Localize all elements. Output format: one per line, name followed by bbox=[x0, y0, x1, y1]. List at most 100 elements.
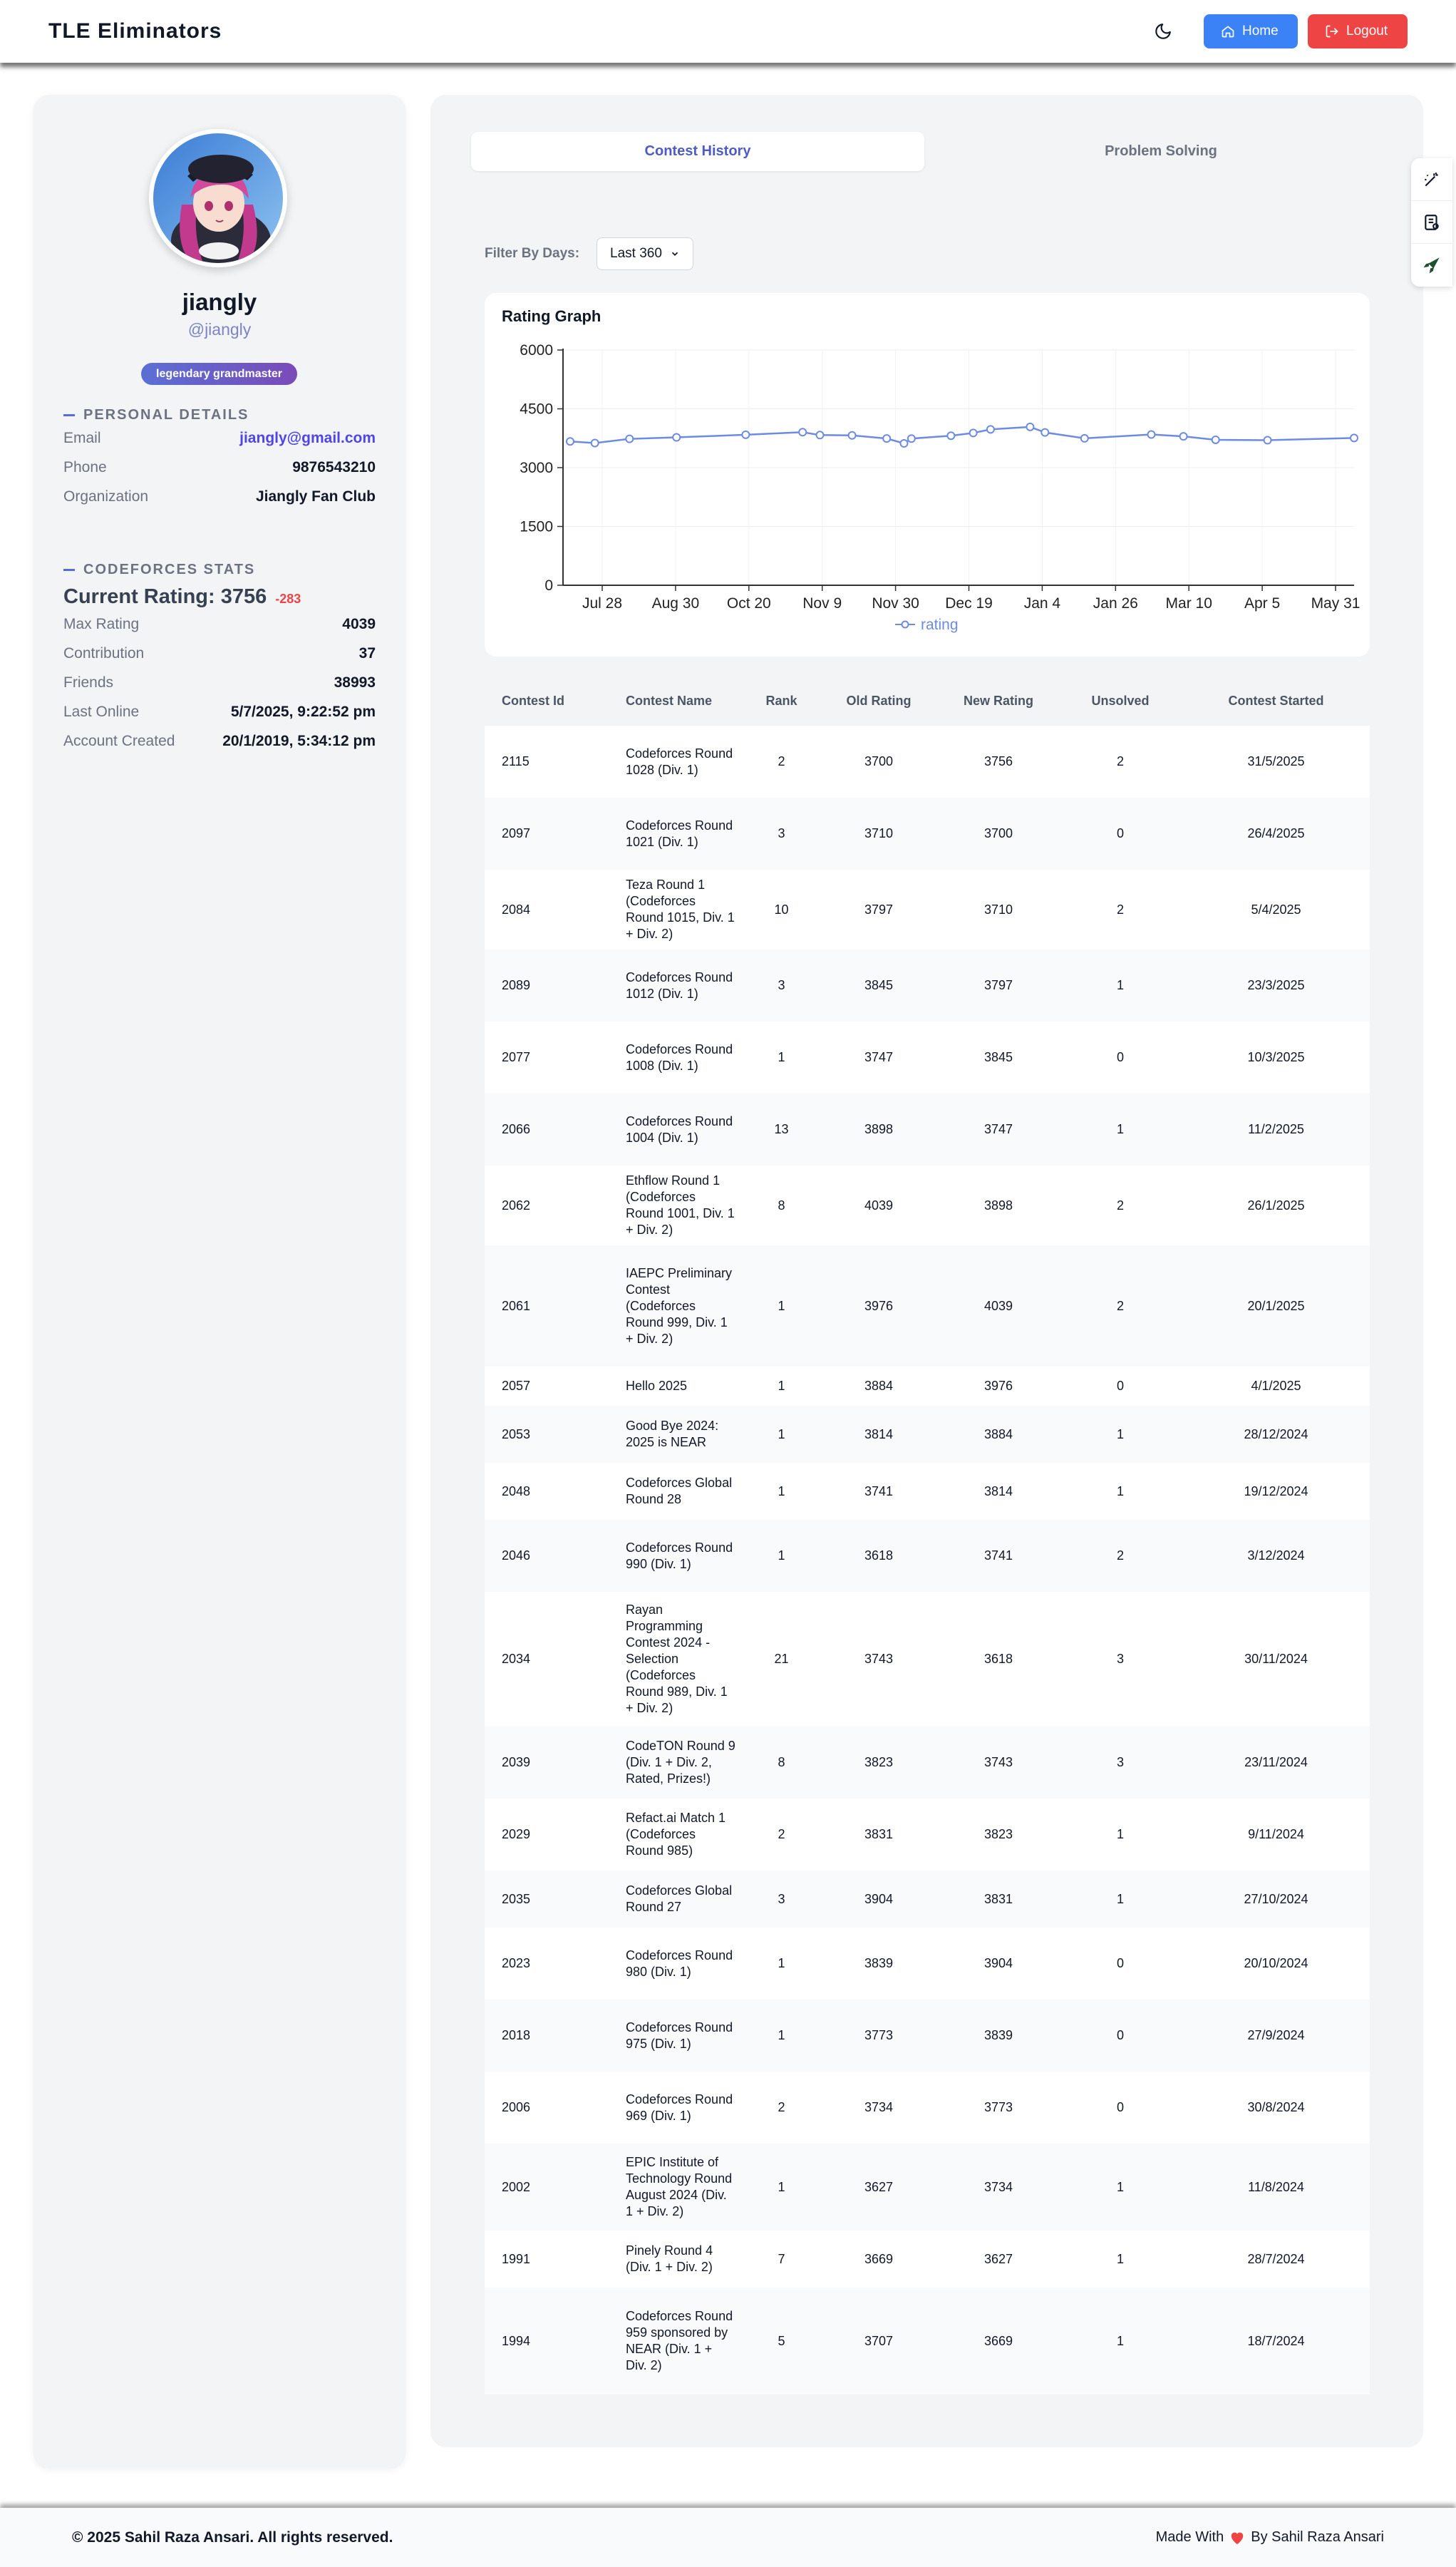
rating-point bbox=[899, 439, 909, 448]
old-rating-cell: 3976 bbox=[864, 1298, 894, 1313]
contest-name-cell[interactable]: Rayan Programming Contest 2024 - Selecti… bbox=[604, 1602, 744, 1717]
rating-point bbox=[882, 434, 892, 443]
tab-problem-solving[interactable]: Problem Solving bbox=[934, 132, 1388, 171]
friends-label: Friends bbox=[63, 674, 114, 691]
organization-row: Organization Jiangly Fan Club bbox=[63, 488, 376, 505]
contest-name-cell[interactable]: Codeforces Round 1012 (Div. 1) bbox=[604, 969, 744, 1002]
new-rating-cell: 3831 bbox=[983, 1891, 1013, 1906]
unsolved-cell: 2 bbox=[1116, 754, 1124, 768]
account-created-row: Account Created 20/1/2019, 5:34:12 pm bbox=[63, 733, 376, 750]
launch-button[interactable] bbox=[1411, 244, 1452, 287]
contest-name-cell[interactable]: Pinely Round 4 (Div. 1 + Div. 2) bbox=[604, 2243, 744, 2275]
y-tick-label: 4500 bbox=[520, 401, 553, 418]
theme-toggle-button[interactable] bbox=[1151, 19, 1175, 43]
contest-name-cell[interactable]: Ethflow Round 1 (Codeforces Round 1001, … bbox=[604, 1173, 744, 1238]
home-button[interactable]: Home bbox=[1204, 14, 1298, 48]
table-row: 2035 Codeforces Global Round 27 3 3904 3831 1… bbox=[485, 1871, 1370, 1928]
contest-name-cell[interactable]: Codeforces Round 1008 (Div. 1) bbox=[604, 1041, 744, 1074]
made-with-text: Made With bbox=[1155, 2529, 1224, 2545]
old-rating-cell: 3700 bbox=[864, 754, 894, 768]
contest-started-cell: 23/11/2024 bbox=[1244, 1755, 1308, 1769]
contest-name-cell[interactable]: Hello 2025 bbox=[604, 1378, 744, 1394]
rank-cell: 1 bbox=[778, 1298, 785, 1313]
email-value[interactable]: jiangly@gmail.com bbox=[239, 430, 376, 447]
column-header: Contest Started bbox=[1228, 693, 1324, 708]
top-navbar: TLE Eliminators Home Logout bbox=[0, 0, 1456, 63]
new-rating-cell: 3797 bbox=[983, 978, 1013, 992]
contest-name-cell[interactable]: CodeTON Round 9 (Div. 1 + Div. 2, Rated,… bbox=[604, 1738, 744, 1787]
profile-sidebar: jiangly @jiangly legendary grandmaster P… bbox=[33, 95, 406, 2469]
unsolved-cell: 0 bbox=[1116, 1379, 1124, 1393]
author-text[interactable]: By Sahil Raza Ansari bbox=[1251, 2529, 1384, 2546]
old-rating-cell: 3884 bbox=[864, 1379, 894, 1393]
contest-started-cell: 28/7/2024 bbox=[1247, 2251, 1305, 2266]
logout-button[interactable]: Logout bbox=[1308, 14, 1408, 48]
new-rating-cell: 3669 bbox=[983, 2333, 1013, 2348]
phone-row: Phone 9876543210 bbox=[63, 459, 376, 476]
tab-contest-history[interactable]: Contest History bbox=[471, 132, 924, 171]
contest-name-cell[interactable]: Codeforces Round 1028 (Div. 1) bbox=[604, 746, 744, 778]
contest-started-cell: 9/11/2024 bbox=[1248, 1827, 1304, 1841]
unsolved-cell: 1 bbox=[1116, 1891, 1124, 1906]
phone-value: 9876543210 bbox=[292, 459, 376, 475]
rank-cell: 1 bbox=[778, 1956, 785, 1970]
header-actions: Home Logout bbox=[1151, 14, 1408, 48]
rating-point bbox=[1147, 430, 1156, 439]
new-rating-cell: 3839 bbox=[983, 2028, 1013, 2042]
contest-name-cell[interactable]: Codeforces Round 975 (Div. 1) bbox=[604, 2020, 744, 2052]
contest-name-cell[interactable]: Good Bye 2024: 2025 is NEAR bbox=[604, 1418, 744, 1451]
contest-started-cell: 28/12/2024 bbox=[1244, 1426, 1308, 1441]
rank-cell: 1 bbox=[778, 2028, 785, 2042]
contest-name-cell[interactable]: IAEPC Preliminary Contest (Codeforces Ro… bbox=[604, 1265, 744, 1347]
contest-name-cell[interactable]: Codeforces Round 1004 (Div. 1) bbox=[604, 1113, 744, 1146]
codeforces-stats-title: CODEFORCES STATS bbox=[83, 562, 256, 577]
contest-name-cell[interactable]: Codeforces Round 969 (Div. 1) bbox=[604, 2092, 744, 2124]
magic-wand-button[interactable] bbox=[1411, 158, 1452, 201]
rating-delta: -283 bbox=[275, 592, 301, 606]
unsolved-cell: 3 bbox=[1116, 1755, 1124, 1769]
contest-name-cell[interactable]: Refact.ai Match 1 (Codeforces Round 985) bbox=[604, 1810, 744, 1859]
rating-point bbox=[1026, 422, 1035, 431]
new-rating-cell: 3898 bbox=[983, 1198, 1013, 1213]
contest-id-cell: 2066 bbox=[502, 1122, 531, 1136]
contest-name-cell[interactable]: Codeforces Round 990 (Div. 1) bbox=[604, 1540, 744, 1573]
contest-id-cell: 2084 bbox=[502, 902, 531, 917]
contest-name-cell[interactable]: Teza Round 1 (Codeforces Round 1015, Div… bbox=[604, 877, 744, 942]
contest-name-cell[interactable]: Codeforces Round 959 sponsored by NEAR (… bbox=[604, 2308, 744, 2374]
new-rating-cell: 3710 bbox=[983, 902, 1013, 917]
contest-started-cell: 11/2/2025 bbox=[1248, 1122, 1304, 1136]
old-rating-cell: 3831 bbox=[864, 1827, 894, 1841]
rank-cell: 1 bbox=[778, 1426, 785, 1441]
section-dash bbox=[63, 414, 75, 416]
column-header: Unsolved bbox=[1091, 693, 1150, 708]
new-rating-cell: 4039 bbox=[983, 1298, 1013, 1313]
contest-started-cell: 27/10/2024 bbox=[1244, 1891, 1308, 1906]
new-rating-cell: 3814 bbox=[983, 1483, 1013, 1498]
unsolved-cell: 0 bbox=[1116, 1050, 1124, 1064]
contribution-row: Contribution 37 bbox=[63, 645, 376, 662]
notes-button[interactable] bbox=[1411, 201, 1452, 244]
contest-name-cell[interactable]: EPIC Institute of Technology Round Augus… bbox=[604, 2154, 744, 2220]
contest-name-cell[interactable]: Codeforces Global Round 27 bbox=[604, 1883, 744, 1915]
unsolved-cell: 2 bbox=[1116, 1298, 1124, 1313]
x-tick-label: Apr 5 bbox=[1244, 595, 1280, 612]
unsolved-cell: 1 bbox=[1116, 1122, 1124, 1136]
table-row: 2062 Ethflow Round 1 (Codeforces Round 10… bbox=[485, 1166, 1370, 1245]
table-row: 1991 Pinely Round 4 (Div. 1 + Div. 2) 7 366… bbox=[485, 2231, 1370, 2288]
days-select[interactable]: Last 360 bbox=[597, 237, 694, 270]
contest-started-cell: 10/3/2025 bbox=[1247, 1050, 1305, 1064]
profile-handle[interactable]: @jiangly bbox=[33, 320, 406, 339]
rank-cell: 3 bbox=[778, 978, 785, 992]
account-created-label: Account Created bbox=[63, 733, 175, 749]
contest-name-cell[interactable]: Codeforces Global Round 28 bbox=[604, 1475, 744, 1508]
contest-name-cell[interactable]: Codeforces Round 980 (Div. 1) bbox=[604, 1948, 744, 1980]
old-rating-cell: 3797 bbox=[864, 902, 894, 917]
days-filter: Filter By Days: Last 360 bbox=[485, 237, 694, 270]
old-rating-cell: 3741 bbox=[864, 1483, 894, 1498]
contest-id-cell: 2077 bbox=[502, 1050, 531, 1064]
brand-title[interactable]: TLE Eliminators bbox=[48, 19, 222, 43]
friends-row: Friends 38993 bbox=[63, 674, 376, 691]
contest-name-cell[interactable]: Codeforces Round 1021 (Div. 1) bbox=[604, 818, 744, 850]
rank-cell: 7 bbox=[778, 2251, 785, 2266]
table-row: 1994 Codeforces Round 959 sponsored by NE… bbox=[485, 2288, 1370, 2394]
